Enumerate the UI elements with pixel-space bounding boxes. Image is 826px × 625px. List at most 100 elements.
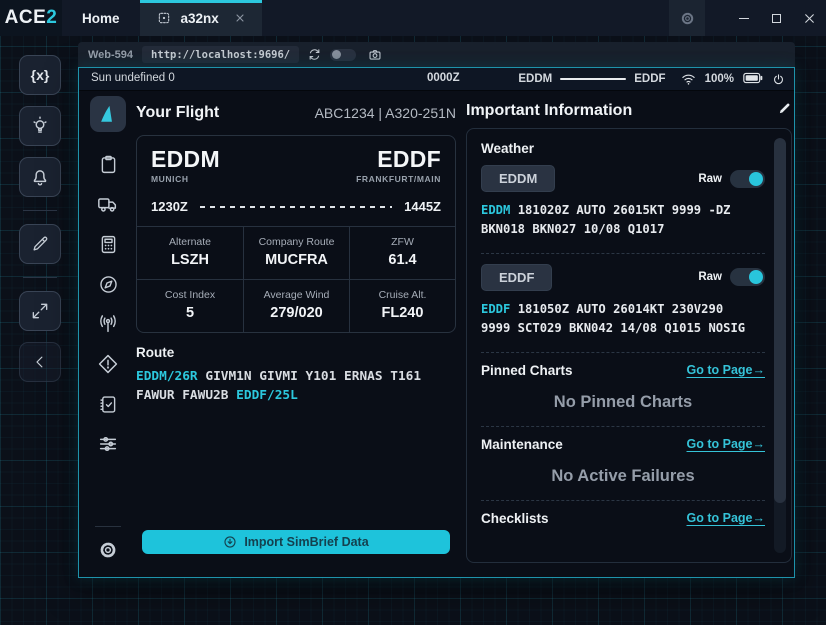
import-simbrief-button[interactable]: Import SimBrief Data — [142, 530, 450, 554]
tab-home[interactable]: Home — [62, 0, 140, 36]
capture-toggle[interactable] — [330, 49, 356, 61]
gear-icon[interactable] — [669, 0, 705, 36]
tab-home-label: Home — [82, 11, 120, 26]
desktop: { "colors": { "accent": "#2cc8de", "impo… — [0, 0, 826, 625]
airports-row: EDDM MUNICH EDDF FRANKFURT/MAIN — [151, 148, 441, 184]
clipboard-icon[interactable] — [96, 152, 120, 176]
checklists-header: Checklists Go to Page→ — [481, 511, 765, 526]
maintenance-link[interactable]: Go to Page→ — [687, 437, 765, 451]
calculator-icon[interactable] — [96, 232, 120, 256]
refresh-icon[interactable] — [308, 48, 321, 61]
tab-a32nx[interactable]: a32nx — [140, 0, 262, 36]
route-section: Route EDDM/26R GIVM1N GIVMI Y101 ERNAS T… — [136, 345, 456, 405]
truck-icon[interactable] — [96, 192, 120, 216]
maintenance-empty: No Active Failures — [481, 467, 765, 486]
airline-logo[interactable] — [90, 96, 126, 132]
station-button-eddm[interactable]: EDDM — [481, 165, 555, 192]
section-divider — [481, 253, 765, 254]
raw-label: Raw — [698, 271, 722, 283]
edit-pencil-icon[interactable] — [777, 101, 792, 121]
tab-a32nx-label: a32nx — [181, 11, 219, 26]
statusbar-clock: 0000Z — [427, 72, 460, 84]
app-viewport: Sun undefined 0 0000Z EDDM EDDF 100% — [78, 67, 795, 578]
arrival-icao: EDDF — [356, 148, 441, 171]
scrollbar[interactable] — [774, 138, 786, 553]
info-panel-title: Important Information — [466, 102, 632, 120]
url-input[interactable]: http://localhost:9696/ — [142, 46, 299, 63]
flight-panel: Your Flight ABC1234 | A320-251N EDDM MUN… — [88, 96, 456, 567]
app-main: Your Flight ABC1234 | A320-251N EDDM MUN… — [79, 91, 794, 577]
sidebar-divider — [95, 526, 121, 527]
checklist-icon[interactable] — [96, 392, 120, 416]
maximize-icon[interactable] — [760, 0, 793, 36]
expand-icon[interactable] — [19, 291, 61, 331]
sidebar-icons — [96, 152, 120, 456]
scrollbar-thumb[interactable] — [774, 138, 786, 503]
lightbulb-icon[interactable] — [19, 106, 61, 146]
gear-icon[interactable] — [97, 539, 119, 561]
wifi-icon — [681, 73, 696, 86]
battery-percent: 100% — [705, 73, 734, 85]
statusbar-time-of-day: Sun undefined 0 — [91, 72, 175, 84]
pinned-charts-empty: No Pinned Charts — [481, 393, 765, 412]
arrival-airport: EDDF FRANKFURT/MAIN — [356, 148, 441, 184]
raw-toggle-wrap: Raw — [698, 268, 765, 286]
section-divider — [481, 500, 765, 501]
flight-panel-header: Your Flight ABC1234 | A320-251N — [136, 96, 456, 130]
route-departure-runway: EDDM/26R — [136, 369, 198, 384]
detail-cost-index: Cost Index5 — [137, 279, 243, 332]
power-icon[interactable] — [772, 73, 785, 86]
flight-number: ABC1234 | A320-251N — [315, 105, 456, 121]
floating-toolbar: {x} — [18, 55, 62, 393]
target-icon — [156, 10, 172, 26]
detail-alternate: AlternateLSZH — [137, 227, 243, 279]
minimize-icon[interactable] — [727, 0, 760, 36]
antenna-icon[interactable] — [96, 312, 120, 336]
tab-close-icon[interactable] — [234, 12, 246, 24]
pencil-icon[interactable] — [19, 224, 61, 264]
info-box: Weather EDDM Raw EDDM 181020Z AUTO 26015… — [466, 128, 792, 563]
checklists-heading: Checklists — [481, 511, 549, 526]
metar-eddm: EDDM 181020Z AUTO 26015KT 9999 -DZ BKN01… — [481, 201, 757, 239]
statusbar-right: EDDM EDDF 100% — [518, 68, 785, 90]
raw-toggle[interactable] — [730, 170, 765, 188]
flight-details-grid: AlternateLSZH Company RouteMUCFRA ZFW61.… — [137, 226, 455, 332]
collapse-left-icon[interactable] — [19, 342, 61, 382]
sliders-icon[interactable] — [96, 432, 120, 456]
departure-city: MUNICH — [151, 174, 220, 184]
titlebar-controls — [669, 0, 826, 36]
departure-icao: EDDM — [151, 148, 220, 171]
bell-icon[interactable] — [19, 157, 61, 197]
route-progress-line — [560, 78, 626, 80]
detail-average-wind: Average Wind279/020 — [243, 279, 349, 332]
route-string: EDDM/26R GIVM1N GIVMI Y101 ERNAS T161 FA… — [136, 367, 448, 405]
section-divider — [481, 352, 765, 353]
sidebar-bottom — [95, 512, 121, 567]
maintenance-heading: Maintenance — [481, 437, 563, 452]
arrival-time: 1445Z — [404, 199, 441, 214]
variables-icon[interactable]: {x} — [19, 55, 61, 95]
arrival-city: FRANKFURT/MAIN — [356, 174, 441, 184]
raw-toggle[interactable] — [730, 268, 765, 286]
flight-panel-title: Your Flight — [136, 104, 219, 122]
toolbar-divider — [23, 277, 57, 278]
window-label: Web-594 — [88, 49, 133, 61]
statusbar: Sun undefined 0 0000Z EDDM EDDF 100% — [79, 68, 794, 91]
detail-cruise-alt: Cruise Alt.FL240 — [349, 279, 455, 332]
compass-icon[interactable] — [96, 272, 120, 296]
statusbar-route: EDDM EDDF — [518, 73, 665, 85]
raw-label: Raw — [698, 173, 722, 185]
flight-card: EDDM MUNICH EDDF FRANKFURT/MAIN 1230Z — [136, 135, 456, 333]
titlebar: ACE2 Home a32nx — [0, 0, 826, 36]
warning-diamond-icon[interactable] — [96, 352, 120, 376]
departure-airport: EDDM MUNICH — [151, 148, 220, 184]
pinned-charts-header: Pinned Charts Go to Page→ — [481, 363, 765, 378]
checklists-link[interactable]: Go to Page→ — [687, 511, 765, 525]
station-button-eddf[interactable]: EDDF — [481, 264, 552, 291]
flight-path-line — [200, 206, 392, 208]
camera-icon[interactable] — [368, 48, 382, 62]
pinned-charts-link[interactable]: Go to Page→ — [687, 363, 765, 377]
close-icon[interactable] — [793, 0, 826, 36]
route-label: Route — [136, 345, 456, 360]
battery-icon — [743, 72, 763, 87]
